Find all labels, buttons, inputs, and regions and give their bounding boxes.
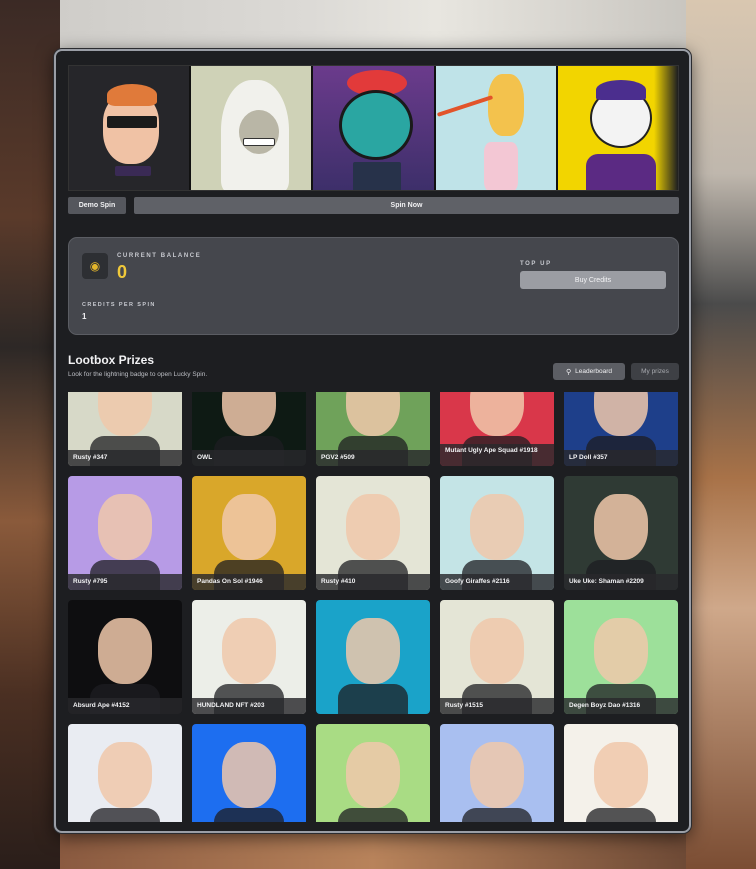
- prize-character: [594, 618, 648, 684]
- prize-card[interactable]: [316, 724, 430, 822]
- credits-per-spin-label: CREDITS PER SPIN: [82, 302, 156, 308]
- prize-character: [346, 742, 400, 808]
- prize-card[interactable]: Rusty #347: [68, 392, 182, 466]
- reel-slot-3: [313, 66, 434, 190]
- prize-label: PGV2 #509: [316, 450, 430, 466]
- current-balance-label: CURRENT BALANCE: [117, 253, 202, 259]
- my-prizes-button[interactable]: My prizes: [631, 363, 679, 380]
- prize-label: Mutant Ugly Ape Squad #1918: [440, 444, 554, 466]
- prize-label: Rusty #1515: [440, 698, 554, 714]
- prize-card[interactable]: LP Doll #357: [564, 392, 678, 466]
- spin-button-row: Demo Spin Spin Now: [68, 197, 679, 214]
- prizes-grid-viewport[interactable]: Rusty #347 OWL PGV2 #509 Mutant Ugly Ape Sq…: [68, 392, 679, 822]
- prize-character: [470, 742, 524, 808]
- prize-card[interactable]: Rusty #795: [68, 476, 182, 590]
- prize-character: [98, 494, 152, 560]
- trophy-icon: ⚲: [565, 368, 572, 376]
- prize-card[interactable]: PK #5167: [192, 724, 306, 822]
- current-balance-value: 0: [117, 262, 128, 282]
- prize-label: OWL: [192, 450, 306, 466]
- prize-character-body: [338, 808, 408, 822]
- prize-character: [594, 742, 648, 808]
- prize-character: [346, 618, 400, 684]
- prize-card[interactable]: HUNDLAND NFT #203: [192, 600, 306, 714]
- prize-character: [222, 742, 276, 808]
- prize-character: [470, 618, 524, 684]
- prize-character: [222, 494, 276, 560]
- prize-label: Uke Uke: Shaman #2209: [564, 574, 678, 590]
- prize-card[interactable]: Rusty #1515: [440, 600, 554, 714]
- prize-card[interactable]: Mutant Ugly Ape Squad #1918: [440, 392, 554, 466]
- prize-label: Goofy Giraffes #2116: [440, 574, 554, 590]
- prizes-subtitle: Look for the lightning badge to open Luc…: [68, 371, 208, 378]
- prize-character: [470, 494, 524, 560]
- prize-label: Degen Boyz Dao #1316: [564, 698, 678, 714]
- prize-card[interactable]: HUNDLAND NFT #312: [68, 724, 182, 822]
- balance-card: ◉ CURRENT BALANCE 0 TOP UP Buy Credits C…: [68, 237, 679, 335]
- prize-card[interactable]: Goofy Giraffes #2116: [440, 476, 554, 590]
- prizes-title: Lootbox Prizes: [68, 353, 155, 367]
- prize-character-body: [90, 808, 160, 822]
- prize-card[interactable]: Pandas On Sol #1946: [192, 476, 306, 590]
- prize-label: HUNDLAND NFT #203: [192, 698, 306, 714]
- prize-label: Rusty #347: [68, 450, 182, 466]
- top-up-label: TOP UP: [520, 261, 552, 267]
- credits-per-spin-value: 1: [82, 312, 87, 321]
- prize-card[interactable]: Rusty #410: [316, 476, 430, 590]
- reel-slot-2: [191, 66, 312, 190]
- prize-card[interactable]: Absurd Ape #4152: [68, 600, 182, 714]
- reel-slot-4: [435, 66, 556, 190]
- leaderboard-button[interactable]: ⚲ Leaderboard: [553, 363, 625, 380]
- prize-character-body: [586, 808, 656, 822]
- prize-character: [594, 494, 648, 560]
- reel-slot-5: [557, 66, 679, 190]
- prize-label: Absurd Ape #4152: [68, 698, 182, 714]
- prize-card[interactable]: OWL: [192, 392, 306, 466]
- background-right: [686, 0, 756, 869]
- demo-spin-button[interactable]: Demo Spin: [68, 197, 126, 214]
- buy-credits-button[interactable]: Buy Credits: [520, 271, 666, 289]
- background-bottom: [60, 829, 686, 869]
- prize-card[interactable]: GoofyGold: [564, 724, 678, 822]
- prize-label: Rusty #795: [68, 574, 182, 590]
- prize-character: [222, 618, 276, 684]
- prize-label: Pandas On Sol #1946: [192, 574, 306, 590]
- prize-card[interactable]: PGV2 #509: [316, 392, 430, 466]
- prize-label: LP Doll #357: [564, 450, 678, 466]
- prize-card[interactable]: [316, 600, 430, 714]
- background-left: [0, 0, 60, 869]
- prize-card[interactable]: Loud Lords #997: [440, 724, 554, 822]
- prize-character-body: [338, 684, 408, 714]
- prize-card[interactable]: Uke Uke: Shaman #2209: [564, 476, 678, 590]
- prize-character-body: [214, 808, 284, 822]
- prizes-grid: Rusty #347 OWL PGV2 #509 Mutant Ugly Ape Sq…: [68, 392, 679, 822]
- lootbox-panel: Demo Spin Spin Now ◉ CURRENT BALANCE 0 T…: [54, 49, 691, 833]
- prize-label: Rusty #410: [316, 574, 430, 590]
- prize-character-body: [462, 808, 532, 822]
- prize-character: [98, 742, 152, 808]
- spin-now-button[interactable]: Spin Now: [134, 197, 679, 214]
- reel-slot-1: [69, 66, 190, 190]
- leaderboard-label: Leaderboard: [575, 368, 612, 375]
- coins-icon: ◉: [82, 253, 108, 279]
- spin-reel: [68, 65, 679, 191]
- prize-character: [346, 494, 400, 560]
- prize-character: [98, 618, 152, 684]
- prize-card[interactable]: Degen Boyz Dao #1316: [564, 600, 678, 714]
